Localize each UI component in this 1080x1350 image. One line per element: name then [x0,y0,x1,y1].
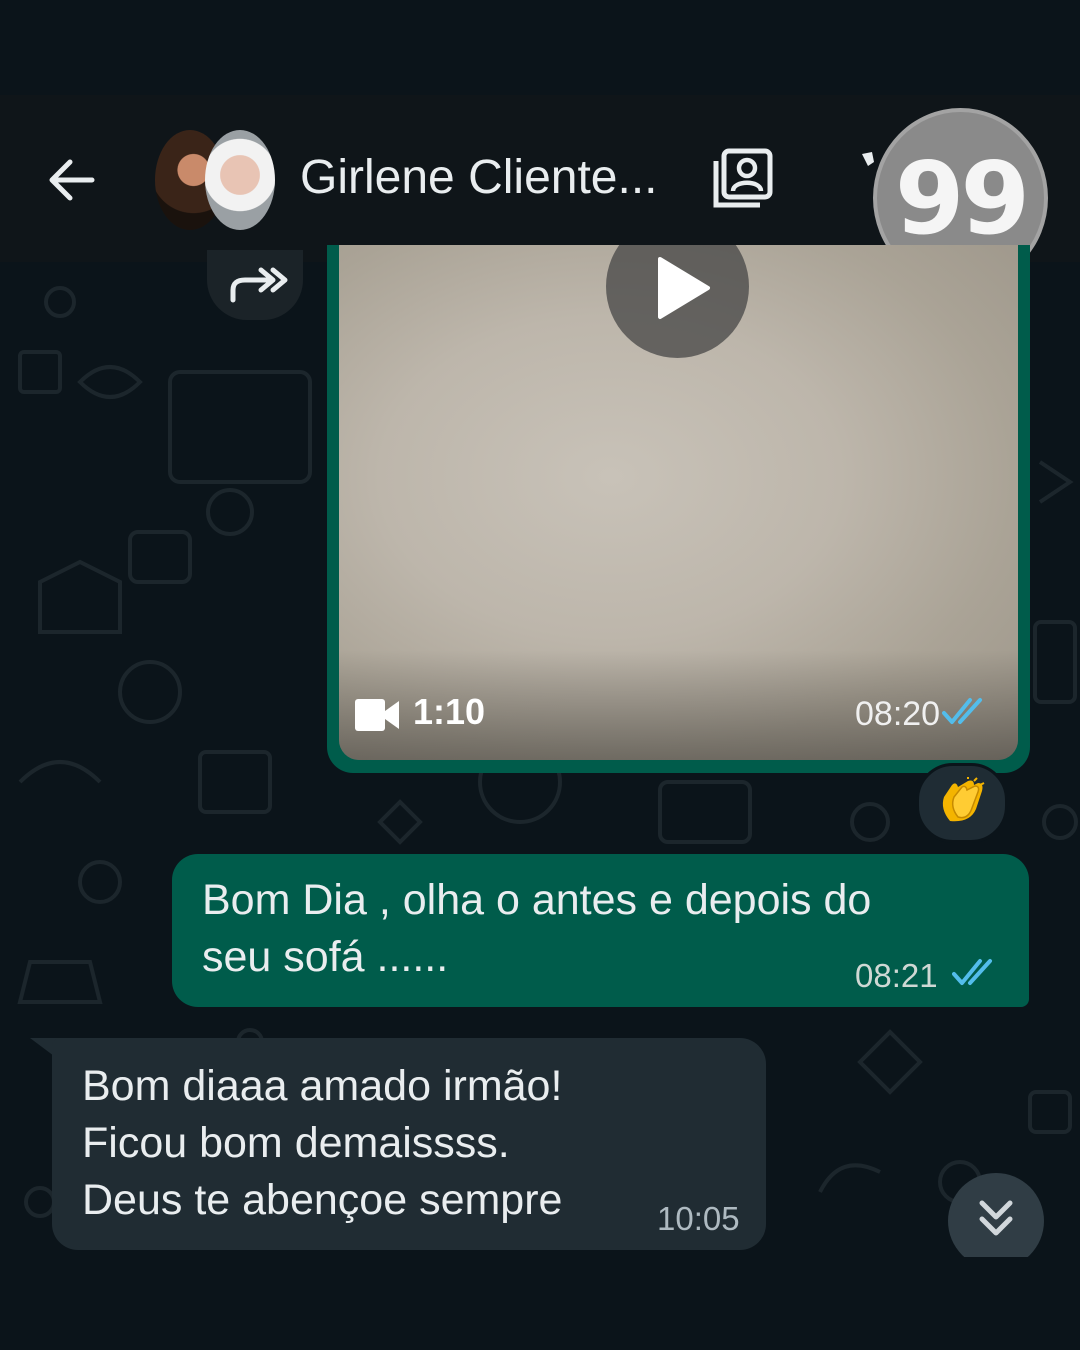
forward-icon [230,267,288,303]
read-ticks-icon [942,698,982,724]
chat-title[interactable]: Girlene Cliente... [300,150,680,205]
badge-text: 99 [894,139,1030,257]
reaction-badge[interactable] [916,763,1008,843]
message-text: Bom Dia , olha o antes e depois do seu s… [202,876,872,981]
message-timestamp: 08:21 [855,957,938,994]
arrow-left-icon[interactable] [40,148,104,212]
outgoing-message[interactable]: Bom Dia , olha o antes e depois do seu s… [172,854,1029,1007]
forward-button[interactable] [207,250,303,320]
play-icon [658,257,710,319]
status-bar-area [0,0,1080,95]
video-duration: 1:10 [413,691,486,732]
incoming-message[interactable]: Bom diaaa amado irmão! Ficou bom demaiss… [52,1038,766,1250]
group-avatar[interactable] [155,130,275,230]
video-camera-icon [355,699,399,731]
avatar [205,130,275,230]
contact-card-icon[interactable] [710,145,776,211]
read-ticks-icon [952,959,992,985]
clapping-hands-icon [942,777,985,822]
double-chevron-down-icon [979,1200,1013,1236]
video-message[interactable]: 1:10 08:20 [327,245,1030,773]
message-timestamp: 10:05 [657,1200,740,1237]
message-timestamp: 08:20 [855,695,941,733]
bottom-area [0,1257,1080,1350]
message-text: Bom diaaa amado irmão! Ficou bom demaiss… [82,1062,563,1224]
scroll-to-bottom-button[interactable] [948,1173,1044,1269]
